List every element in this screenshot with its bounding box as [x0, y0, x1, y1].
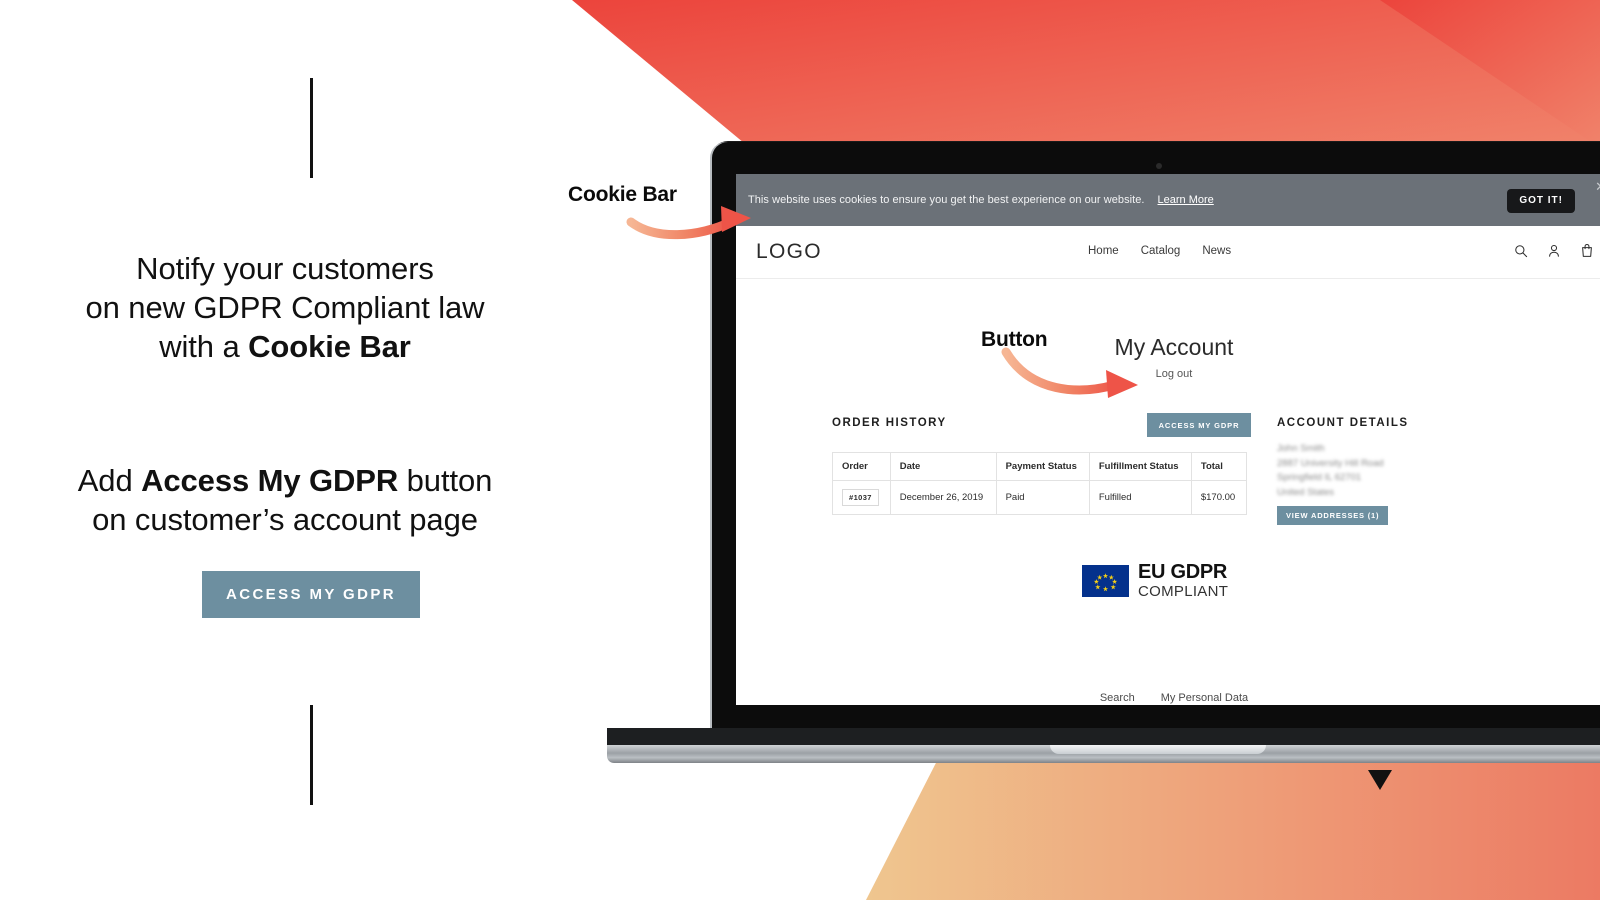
access-my-gdpr-button-label: ACCESS MY GDPR [1158, 420, 1240, 430]
promo-left-column: Notify your customers on new GDPR Compli… [0, 0, 572, 900]
laptop-camera [1156, 163, 1162, 169]
access-my-gdpr-button[interactable]: ACCESS MY GDPR [1147, 413, 1251, 437]
eu-gdpr-compliant-badge: EU GDPR COMPLIANT [1082, 562, 1228, 599]
store-footer-links: Search My Personal Data [736, 692, 1600, 704]
store-nav-links: Home Catalog News [1088, 245, 1231, 257]
account-name: John Smith [1277, 443, 1325, 454]
promo-banner: Notify your customers on new GDPR Compli… [0, 0, 1600, 900]
nav-link-news[interactable]: News [1202, 245, 1231, 257]
promo-subline-bold: Access My GDPR [141, 463, 399, 498]
eu-gdpr-badge-line1: EU GDPR [1138, 561, 1228, 583]
account-details-heading: ACCOUNT DETAILS [1277, 417, 1409, 429]
account-address-block: John Smith 2887 University Hill Road Spr… [1277, 442, 1384, 500]
footer-link-my-personal-data[interactable]: My Personal Data [1161, 692, 1248, 704]
store-nav-icons [1514, 243, 1594, 258]
cta-button-label: ACCESS MY GDPR [225, 586, 396, 603]
promo-headline: Notify your customers on new GDPR Compli… [40, 249, 530, 366]
table-row: #1037 December 26, 2019 Paid Fulfilled $… [832, 480, 1248, 515]
cart-icon[interactable] [1580, 243, 1594, 258]
promo-subline-prefix: Add [77, 463, 142, 498]
cell-date: December 26, 2019 [889, 480, 997, 515]
cookie-consent-bar: This website uses cookies to ensure you … [736, 174, 1600, 226]
promo-headline-line3-prefix: with a [159, 329, 249, 364]
view-addresses-button[interactable]: VIEW ADDRESSES (1) [1277, 506, 1389, 525]
cookie-learn-more-link[interactable]: Learn More [1158, 194, 1214, 206]
eu-gdpr-badge-text: EU GDPR COMPLIANT [1138, 562, 1228, 599]
store-navigation-bar: LOGO Home Catalog News [736, 226, 1600, 279]
promo-headline-line3-bold: Cookie Bar [248, 329, 411, 364]
account-street: 2887 University Hill Road [1277, 457, 1384, 469]
promo-headline-line2: on new GDPR Compliant law [85, 290, 485, 325]
logout-link[interactable]: Log out [736, 368, 1600, 380]
account-country: United States [1277, 486, 1335, 498]
column-header-payment-status: Payment Status [995, 452, 1090, 481]
laptop-hinge [607, 728, 1600, 746]
close-icon[interactable]: ✕ [1595, 180, 1600, 193]
promo-subline-suffix: button [398, 463, 493, 498]
view-addresses-label: VIEW ADDRESSES (1) [1286, 511, 1380, 520]
account-city-state-zip: Springfield IL 62701 [1277, 472, 1362, 483]
order-history-heading: ORDER HISTORY [832, 417, 947, 429]
search-icon[interactable] [1514, 244, 1528, 258]
promo-headline-line1: Notify your customers [136, 251, 434, 286]
page-title: My Account [1114, 334, 1234, 360]
store-logo[interactable]: LOGO [756, 240, 822, 264]
eu-flag-icon [1082, 564, 1129, 597]
decorative-rule-bottom [310, 705, 313, 805]
annotation-button-label: Button [981, 328, 1048, 351]
laptop-base-notch [1050, 745, 1266, 754]
column-header-order: Order [832, 452, 891, 481]
nav-link-catalog[interactable]: Catalog [1141, 245, 1181, 257]
laptop-mockup: This website uses cookies to ensure you … [607, 142, 1600, 763]
cell-total: $170.00 [1190, 480, 1248, 515]
nav-link-home[interactable]: Home [1088, 245, 1119, 257]
footer-link-search[interactable]: Search [1100, 692, 1135, 704]
promo-subline-line2: on customer’s account page [92, 502, 478, 537]
column-header-fulfillment-status: Fulfillment Status [1088, 452, 1192, 481]
account-icon[interactable] [1547, 244, 1561, 258]
promo-subline: Add Access My GDPR button on customer’s … [40, 461, 530, 539]
browser-screen: This website uses cookies to ensure you … [736, 174, 1600, 705]
cookie-message: This website uses cookies to ensure you … [748, 194, 1145, 206]
order-number-link[interactable]: #1037 [842, 489, 879, 506]
order-history-table: Order Date Payment Status Fulfillment St… [832, 452, 1248, 515]
table-header-row: Order Date Payment Status Fulfillment St… [832, 452, 1248, 481]
cookie-accept-label: GOT IT! [1519, 195, 1563, 206]
cell-payment-status: Paid [995, 480, 1090, 515]
decorative-rule-top [310, 78, 313, 178]
cookie-accept-button[interactable]: GOT IT! [1507, 189, 1575, 213]
cell-fulfillment-status: Fulfilled [1088, 480, 1192, 515]
column-header-total: Total [1190, 452, 1248, 481]
column-header-date: Date [889, 452, 997, 481]
access-my-gdpr-cta-button[interactable]: ACCESS MY GDPR [202, 571, 420, 618]
annotation-cookie-bar-label: Cookie Bar [568, 183, 677, 206]
cell-order: #1037 [832, 480, 891, 515]
eu-gdpr-badge-line2: COMPLIANT [1138, 583, 1229, 600]
